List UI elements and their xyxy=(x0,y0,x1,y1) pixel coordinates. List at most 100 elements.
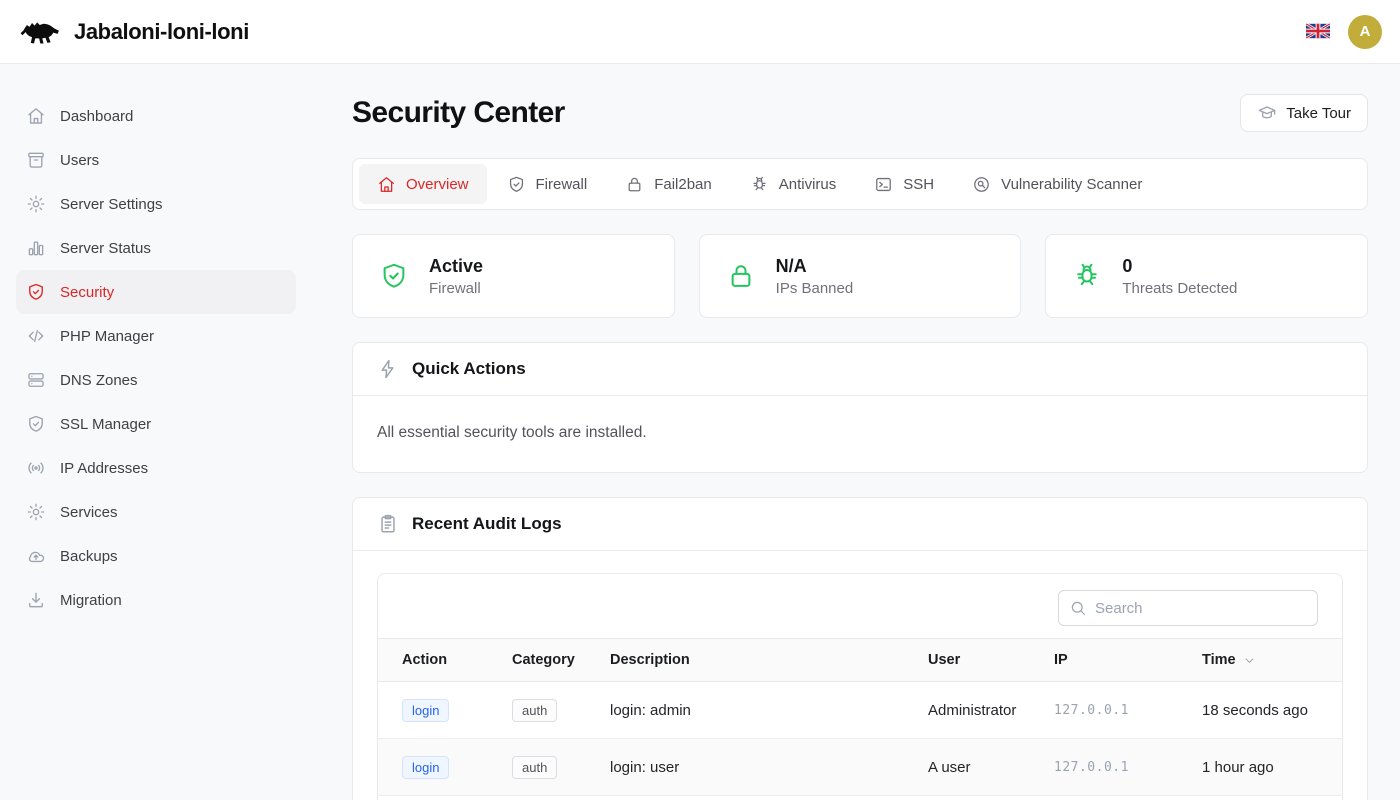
column-header-category[interactable]: Category xyxy=(512,652,610,668)
shield-check-icon xyxy=(26,414,46,434)
search-input[interactable] xyxy=(1095,600,1307,617)
tab-fail2ban[interactable]: Fail2ban xyxy=(607,164,730,204)
tab-label: Overview xyxy=(406,176,469,193)
time-cell: 1 hour ago xyxy=(1202,759,1318,776)
ip-cell: 127.0.0.1 xyxy=(1054,760,1202,775)
server-stack-icon xyxy=(26,370,46,390)
category-badge: auth xyxy=(512,699,557,722)
column-header-user[interactable]: User xyxy=(928,652,1054,668)
quick-actions-panel: Quick Actions All essential security too… xyxy=(352,342,1368,473)
status-value: 0 xyxy=(1122,256,1237,277)
panel-title: Quick Actions xyxy=(412,359,526,379)
cloud-upload-icon xyxy=(26,546,46,566)
shield-check-icon xyxy=(507,175,526,194)
sidebar-item-backups[interactable]: Backups xyxy=(16,534,296,578)
table-row-partial xyxy=(378,796,1342,800)
tab-label: Firewall xyxy=(536,176,588,193)
home-icon xyxy=(26,106,46,126)
bug-icon xyxy=(1072,261,1102,291)
sidebar-item-label: DNS Zones xyxy=(60,372,138,389)
sidebar-item-security[interactable]: Security xyxy=(16,270,296,314)
column-header-time[interactable]: Time xyxy=(1202,652,1318,668)
sidebar-item-services[interactable]: Services xyxy=(16,490,296,534)
gear-icon xyxy=(26,502,46,522)
sidebar-item-label: Users xyxy=(60,152,99,169)
description-cell: login: user xyxy=(610,759,928,776)
tab-label: Fail2ban xyxy=(654,176,712,193)
action-badge[interactable]: login xyxy=(402,756,449,779)
tab-firewall[interactable]: Firewall xyxy=(489,164,606,204)
time-cell: 18 seconds ago xyxy=(1202,702,1318,719)
sidebar-item-label: Backups xyxy=(60,548,118,565)
home-icon xyxy=(377,175,396,194)
sidebar-item-php-manager[interactable]: PHP Manager xyxy=(16,314,296,358)
drawer-icon xyxy=(26,150,46,170)
sidebar-item-migration[interactable]: Migration xyxy=(16,578,296,622)
table-header-row: Action Category Description User IP Time xyxy=(378,638,1342,682)
audit-table: Action Category Description User IP Time… xyxy=(377,573,1343,800)
sidebar-item-users[interactable]: Users xyxy=(16,138,296,182)
tab-ssh[interactable]: SSH xyxy=(856,164,952,204)
status-value: N/A xyxy=(776,256,854,277)
take-tour-button[interactable]: Take Tour xyxy=(1240,94,1368,132)
status-card-ips-banned: N/A IPs Banned xyxy=(699,234,1022,318)
panel-title: Recent Audit Logs xyxy=(412,514,562,534)
tab-vulnerability-scanner[interactable]: Vulnerability Scanner xyxy=(954,164,1160,204)
column-header-action[interactable]: Action xyxy=(402,652,512,668)
status-card-threats: 0 Threats Detected xyxy=(1045,234,1368,318)
sidebar-item-label: Security xyxy=(60,284,114,301)
tab-label: Antivirus xyxy=(779,176,837,193)
column-header-description[interactable]: Description xyxy=(610,652,928,668)
description-cell: login: admin xyxy=(610,702,928,719)
search-icon xyxy=(1069,599,1087,617)
terminal-icon xyxy=(874,175,893,194)
bug-icon xyxy=(750,175,769,194)
status-label: Firewall xyxy=(429,280,483,297)
status-cards: Active Firewall N/A IPs Banned 0 Threats… xyxy=(352,234,1368,318)
table-row: login auth login: admin Administrator 12… xyxy=(378,682,1342,739)
clipboard-icon xyxy=(377,513,399,535)
user-cell: A user xyxy=(928,759,1054,776)
lock-icon xyxy=(625,175,644,194)
sidebar-item-ssl-manager[interactable]: SSL Manager xyxy=(16,402,296,446)
top-navbar: Jabaloni-loni-loni A xyxy=(0,0,1400,64)
sidebar-item-server-settings[interactable]: Server Settings xyxy=(16,182,296,226)
sidebar-item-dns-zones[interactable]: DNS Zones xyxy=(16,358,296,402)
boar-logo-icon xyxy=(18,13,64,51)
sidebar-item-label: Migration xyxy=(60,592,122,609)
sidebar-item-dashboard[interactable]: Dashboard xyxy=(16,94,296,138)
action-badge[interactable]: login xyxy=(402,699,449,722)
status-label: IPs Banned xyxy=(776,280,854,297)
tab-label: SSH xyxy=(903,176,934,193)
user-avatar[interactable]: A xyxy=(1348,15,1382,49)
sidebar-item-label: PHP Manager xyxy=(60,328,154,345)
main-content: Security Center Take Tour Overview Firew… xyxy=(320,64,1400,800)
table-row: login auth login: user A user 127.0.0.1 … xyxy=(378,739,1342,796)
sidebar-item-label: IP Addresses xyxy=(60,460,148,477)
download-icon xyxy=(26,590,46,610)
tab-overview[interactable]: Overview xyxy=(359,164,487,204)
status-label: Threats Detected xyxy=(1122,280,1237,297)
lock-icon xyxy=(726,261,756,291)
sidebar: Dashboard Users Server Settings Server S… xyxy=(0,64,320,800)
chevron-down-icon xyxy=(1242,653,1257,668)
column-header-label: Time xyxy=(1202,652,1236,668)
sidebar-item-label: Services xyxy=(60,504,118,521)
sidebar-item-label: Dashboard xyxy=(60,108,133,125)
security-tabs: Overview Firewall Fail2ban Antivirus SSH… xyxy=(352,158,1368,210)
tab-antivirus[interactable]: Antivirus xyxy=(732,164,855,204)
search-box[interactable] xyxy=(1058,590,1318,626)
status-value: Active xyxy=(429,256,483,277)
tab-label: Vulnerability Scanner xyxy=(1001,176,1142,193)
brand[interactable]: Jabaloni-loni-loni xyxy=(18,13,249,51)
graduation-cap-icon xyxy=(1257,103,1277,123)
sidebar-item-label: Server Status xyxy=(60,240,151,257)
column-header-ip[interactable]: IP xyxy=(1054,652,1202,668)
language-flag-button[interactable] xyxy=(1306,23,1330,40)
uk-flag-icon xyxy=(1306,23,1330,39)
brand-title: Jabaloni-loni-loni xyxy=(74,19,249,45)
user-cell: Administrator xyxy=(928,702,1054,719)
sidebar-item-ip-addresses[interactable]: IP Addresses xyxy=(16,446,296,490)
bar-chart-icon xyxy=(26,238,46,258)
sidebar-item-server-status[interactable]: Server Status xyxy=(16,226,296,270)
